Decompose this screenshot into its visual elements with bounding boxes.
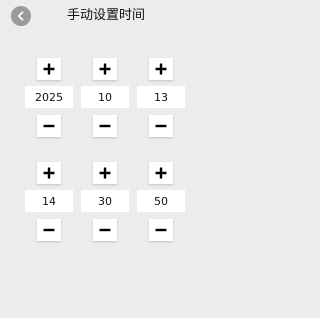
minute-increment-button[interactable] bbox=[93, 162, 117, 184]
minus-icon bbox=[154, 223, 168, 237]
year-value[interactable]: 2025 bbox=[25, 86, 73, 108]
page-title: 手动设置时间 bbox=[66, 8, 145, 23]
year-decrement-button[interactable] bbox=[37, 115, 61, 137]
second-increment-button[interactable] bbox=[149, 162, 173, 184]
minus-icon bbox=[98, 119, 112, 133]
month-stepper: 10 bbox=[81, 58, 129, 140]
minute-stepper: 30 bbox=[81, 162, 129, 244]
day-stepper: 13 bbox=[137, 58, 185, 140]
day-decrement-button[interactable] bbox=[149, 115, 173, 137]
minus-icon bbox=[42, 223, 56, 237]
minus-icon bbox=[42, 119, 56, 133]
plus-icon bbox=[154, 166, 168, 180]
plus-icon bbox=[98, 166, 112, 180]
month-decrement-button[interactable] bbox=[93, 115, 117, 137]
second-stepper: 50 bbox=[137, 162, 185, 244]
day-increment-button[interactable] bbox=[149, 58, 173, 80]
year-increment-button[interactable] bbox=[37, 58, 61, 80]
hour-value[interactable]: 14 bbox=[25, 190, 73, 212]
hour-stepper: 14 bbox=[25, 162, 73, 244]
hour-increment-button[interactable] bbox=[37, 162, 61, 184]
minute-decrement-button[interactable] bbox=[93, 219, 117, 241]
minute-value[interactable]: 30 bbox=[81, 190, 129, 212]
day-value[interactable]: 13 bbox=[137, 86, 185, 108]
plus-icon bbox=[154, 62, 168, 76]
month-increment-button[interactable] bbox=[93, 58, 117, 80]
second-value[interactable]: 50 bbox=[137, 190, 185, 212]
plus-icon bbox=[98, 62, 112, 76]
plus-icon bbox=[42, 62, 56, 76]
month-value[interactable]: 10 bbox=[81, 86, 129, 108]
year-stepper: 2025 bbox=[25, 58, 73, 140]
header-bar: 手动设置时间 bbox=[0, 0, 212, 32]
plus-icon bbox=[42, 166, 56, 180]
hour-decrement-button[interactable] bbox=[37, 219, 61, 241]
second-decrement-button[interactable] bbox=[149, 219, 173, 241]
minus-icon bbox=[98, 223, 112, 237]
minus-icon bbox=[154, 119, 168, 133]
